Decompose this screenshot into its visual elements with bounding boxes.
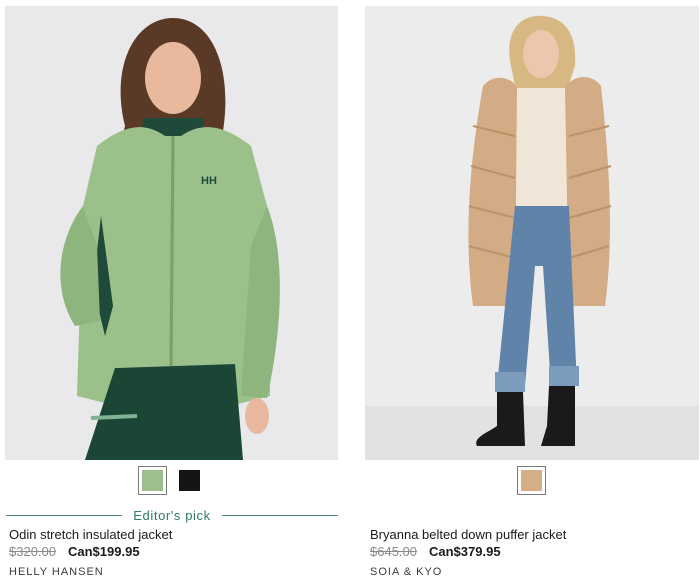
brand-name[interactable]: HELLY HANSEN [9,566,104,578]
price-row: $645.00 Can$379.95 [370,544,501,559]
original-price: $320.00 [9,544,56,559]
brand-name[interactable]: SOIA & KYO [370,566,442,578]
color-swatch-green[interactable] [138,466,167,495]
swatch-chip [521,470,542,491]
product-image[interactable]: HH [5,6,338,460]
color-swatch-camel[interactable] [517,466,546,495]
swatch-chip [179,470,200,491]
product-photo-illustration: HH [5,6,338,460]
original-price: $645.00 [370,544,417,559]
divider [6,514,123,516]
product-name[interactable]: Bryanna belted down puffer jacket [370,527,566,542]
color-swatches [517,466,546,495]
product-name[interactable]: Odin stretch insulated jacket [9,527,172,542]
editors-pick-badge: Editor's pick [6,507,339,523]
color-swatches [138,466,204,495]
editors-pick-label: Editor's pick [133,507,211,523]
product-photo-illustration [365,6,699,460]
sale-price: Can$379.95 [429,544,501,559]
swatch-chip [142,470,163,491]
svg-text:HH: HH [201,175,217,187]
color-swatch-black[interactable] [175,466,204,495]
product-image[interactable] [365,6,699,460]
divider [221,514,339,516]
price-row: $320.00 Can$199.95 [9,544,140,559]
sale-price: Can$199.95 [68,544,140,559]
